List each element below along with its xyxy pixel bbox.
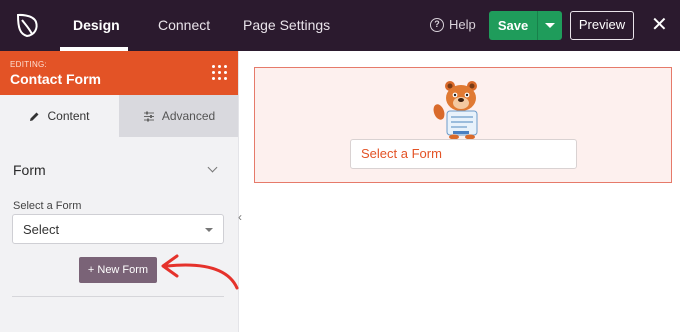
- chevron-down-icon[interactable]: [207, 162, 218, 173]
- sidebar-tabs: Content Advanced: [0, 95, 239, 137]
- sliders-icon: [143, 111, 154, 121]
- canvas-form-select[interactable]: Select a Form: [350, 139, 577, 169]
- editing-label: EDITING:: [10, 60, 48, 69]
- seedprod-logo-icon[interactable]: [15, 12, 39, 38]
- tab-design[interactable]: Design: [73, 0, 120, 51]
- pencil-icon: [30, 112, 39, 121]
- help-link[interactable]: ? Help: [430, 17, 476, 32]
- divider: [12, 296, 224, 297]
- save-dropdown-caret-icon[interactable]: [545, 23, 555, 28]
- tab-content[interactable]: Content: [0, 95, 119, 137]
- save-divider: [537, 11, 538, 40]
- question-icon: ?: [430, 17, 444, 32]
- save-button[interactable]: Save: [489, 11, 537, 40]
- section-title-form[interactable]: Form: [13, 162, 46, 178]
- save-button-group: Save: [489, 11, 562, 40]
- editing-title: Contact Form: [10, 71, 101, 87]
- top-bar: Design Connect Page Settings ? Help Save…: [0, 0, 680, 51]
- help-label: Help: [449, 17, 476, 32]
- close-icon[interactable]: ✕: [651, 15, 668, 35]
- grid-dots-icon[interactable]: [212, 65, 228, 81]
- tab-connect[interactable]: Connect: [158, 0, 210, 51]
- tab-advanced[interactable]: Advanced: [119, 95, 239, 137]
- dropdown-caret-icon: [205, 228, 213, 232]
- form-select-dropdown[interactable]: Select: [12, 214, 224, 244]
- preview-button[interactable]: Preview: [570, 11, 634, 40]
- select-value: Select: [23, 222, 60, 237]
- tab-page-settings[interactable]: Page Settings: [243, 0, 330, 51]
- select-form-label: Select a Form: [13, 200, 82, 212]
- annotation-arrow-icon: [161, 254, 239, 290]
- tab-advanced-label: Advanced: [161, 109, 216, 123]
- collapse-sidebar-icon[interactable]: ‹: [238, 209, 246, 225]
- tab-content-label: Content: [47, 109, 90, 123]
- wpforms-bear-mascot-icon: [433, 81, 478, 140]
- new-form-button[interactable]: + New Form: [79, 257, 157, 283]
- editing-header: EDITING: Contact Form: [0, 51, 239, 95]
- contact-form-block[interactable]: Select a Form: [254, 67, 672, 183]
